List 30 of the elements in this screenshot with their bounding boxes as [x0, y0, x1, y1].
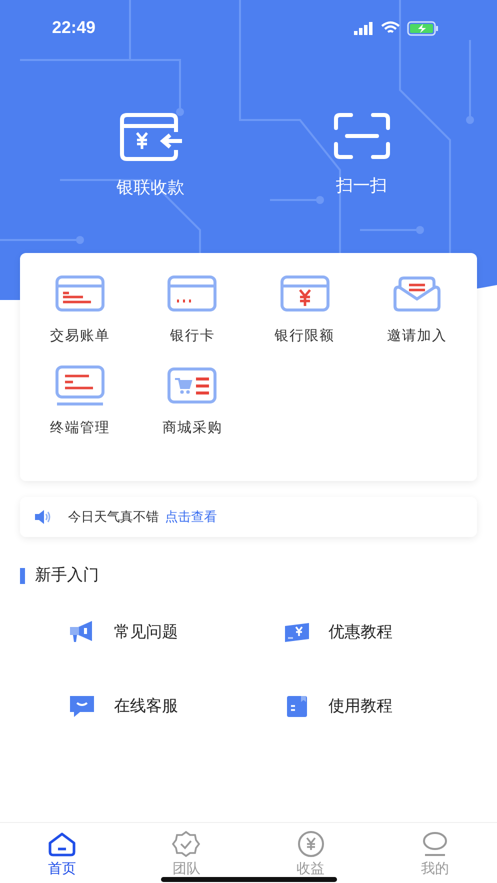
monitor-icon: [55, 365, 106, 407]
yen-card-icon: [282, 620, 310, 644]
menu-item[interactable]: 银行限额: [248, 273, 361, 347]
guide-item[interactable]: 使用教程: [282, 694, 497, 718]
yen-coin-icon: [296, 831, 326, 857]
status-time: 22:49: [52, 18, 96, 38]
wifi-icon: [381, 21, 400, 35]
section-marker: [20, 568, 25, 584]
tab[interactable]: 首页: [0, 823, 124, 883]
card-yen-arrow-icon: [118, 112, 184, 162]
speaker-icon: [34, 510, 52, 524]
menu-item[interactable]: 终端管理: [24, 365, 136, 439]
battery-icon: [407, 20, 439, 36]
view-link[interactable]: 点击查看: [165, 508, 217, 526]
notice-text: 今日天气真不错: [68, 509, 159, 526]
menu-item[interactable]: 交易账单: [24, 273, 136, 347]
header-action-button[interactable]: 银联收款: [90, 112, 210, 199]
scan-icon: [332, 112, 390, 160]
guide-item[interactable]: 常见问题: [68, 620, 282, 644]
menu-item[interactable]: 银行卡: [136, 273, 248, 347]
chat-bubble-icon: [68, 694, 96, 718]
badge-check-icon: [171, 831, 202, 857]
home-icon: [47, 831, 78, 857]
menu-item[interactable]: 邀请加入: [360, 273, 473, 347]
guide-item[interactable]: 优惠教程: [282, 620, 497, 644]
guide-item[interactable]: 在线客服: [68, 694, 282, 718]
signal-icon: [354, 22, 374, 34]
menu-item[interactable]: 商城采购: [136, 365, 248, 439]
header-action-button[interactable]: 扫一扫: [302, 112, 422, 199]
section-title: 新手入门: [35, 565, 99, 586]
